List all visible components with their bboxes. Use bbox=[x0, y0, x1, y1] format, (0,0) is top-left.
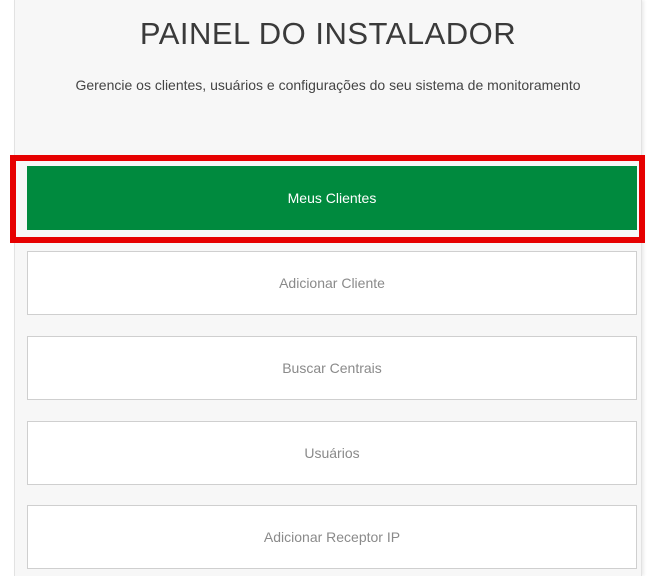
usuarios-button[interactable]: Usuários bbox=[27, 421, 637, 485]
buscar-centrais-button[interactable]: Buscar Centrais bbox=[27, 336, 637, 400]
installer-panel: PAINEL DO INSTALADOR Gerencie os cliente… bbox=[14, 0, 642, 576]
page-title: PAINEL DO INSTALADOR bbox=[139, 16, 517, 51]
adicionar-receptor-ip-button[interactable]: Adicionar Receptor IP bbox=[27, 505, 637, 569]
meus-clientes-button[interactable]: Meus Clientes bbox=[27, 166, 637, 230]
page-subtitle: Gerencie os clientes, usuários e configu… bbox=[75, 77, 581, 93]
adicionar-cliente-button[interactable]: Adicionar Cliente bbox=[27, 251, 637, 315]
